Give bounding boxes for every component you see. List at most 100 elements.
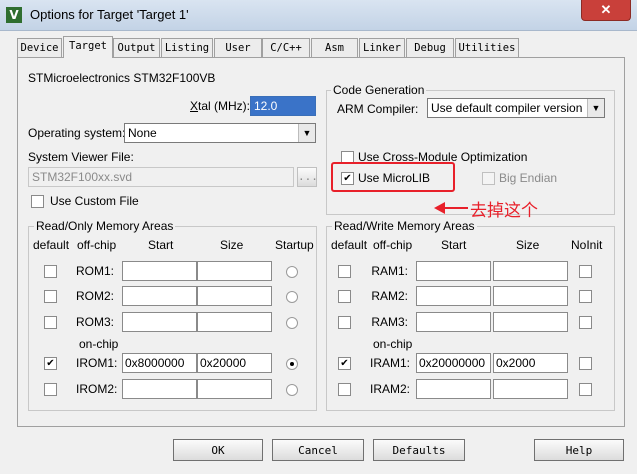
rom-default-checkbox[interactable]: [44, 316, 57, 329]
tab-target[interactable]: Target: [63, 36, 113, 58]
big-endian-checkbox[interactable]: [482, 172, 495, 185]
tab-output[interactable]: Output: [113, 38, 160, 57]
os-label: Operating system:: [28, 126, 126, 140]
tab-debug[interactable]: Debug: [406, 38, 454, 57]
ram-start-input[interactable]: [416, 312, 491, 332]
ram-size-input[interactable]: 0x2000: [493, 353, 568, 373]
arm-compiler-value: Use default compiler version: [431, 101, 583, 115]
startup-radio[interactable]: [286, 266, 298, 278]
ram-onchip-label: on-chip: [373, 337, 413, 351]
defaults-button[interactable]: Defaults: [373, 439, 465, 461]
annotation-highlight-box: [331, 162, 455, 192]
code-generation-title: Code Generation: [331, 83, 427, 97]
startup-radio[interactable]: [286, 291, 298, 303]
tab-linker[interactable]: Linker: [359, 38, 405, 57]
tab-c-cpp[interactable]: C/C++: [262, 38, 310, 57]
ram-start-input[interactable]: [416, 379, 491, 399]
rom-start-input[interactable]: [122, 379, 197, 399]
rom-size-input[interactable]: [197, 286, 272, 306]
rom-row-name: ROM2:: [76, 289, 115, 303]
ram-default-checkbox[interactable]: [338, 290, 351, 303]
arm-compiler-select[interactable]: Use default compiler version ▼: [427, 98, 605, 118]
noinit-checkbox[interactable]: [579, 290, 592, 303]
ram-row-name: RAM1:: [371, 264, 408, 278]
ram-start-input[interactable]: 0x20000000: [416, 353, 491, 373]
noinit-checkbox[interactable]: [579, 383, 592, 396]
rom-start-input[interactable]: [122, 286, 197, 306]
device-name: STMicroelectronics STM32F100VB: [28, 71, 216, 85]
noinit-checkbox[interactable]: [579, 316, 592, 329]
rom-size-input[interactable]: [197, 379, 272, 399]
rom-start-input[interactable]: 0x8000000: [122, 353, 197, 373]
os-select[interactable]: None ▼: [124, 123, 316, 143]
ram-group-title: Read/Write Memory Areas: [332, 219, 477, 233]
rom-start-input[interactable]: [122, 261, 197, 281]
window-title: Options for Target 'Target 1': [30, 7, 189, 22]
tab-utilities[interactable]: Utilities: [455, 38, 519, 57]
ram-row-name: RAM2:: [371, 289, 408, 303]
startup-radio[interactable]: [286, 358, 298, 370]
ram-offchip-header: off-chip: [373, 238, 413, 252]
rom-size-header: Size: [220, 238, 244, 252]
tab-listing[interactable]: Listing: [161, 38, 213, 57]
rom-default-checkbox[interactable]: ✔: [44, 357, 57, 370]
rom-startup-header: Startup: [275, 238, 314, 252]
os-select-value: None: [128, 126, 157, 140]
use-custom-file-checkbox[interactable]: [31, 195, 44, 208]
svd-label: System Viewer File:: [28, 150, 134, 164]
ram-default-checkbox[interactable]: [338, 265, 351, 278]
ram-size-input[interactable]: [493, 379, 568, 399]
ram-start-header: Start: [441, 238, 467, 252]
close-button[interactable]: ✕: [581, 0, 631, 21]
ram-default-checkbox[interactable]: ✔: [338, 357, 351, 370]
tab-user[interactable]: User: [214, 38, 262, 57]
annotation-arrow-icon: [434, 202, 468, 214]
ram-size-header: Size: [516, 238, 540, 252]
help-button[interactable]: Help: [534, 439, 624, 461]
rom-group-title: Read/Only Memory Areas: [34, 219, 176, 233]
noinit-checkbox[interactable]: [579, 357, 592, 370]
xtal-input[interactable]: 12.0: [250, 96, 316, 116]
rom-default-checkbox[interactable]: [44, 290, 57, 303]
ram-default-header: default: [331, 238, 368, 252]
rom-row-name: IROM2:: [76, 382, 118, 396]
ram-size-input[interactable]: [493, 312, 568, 332]
cancel-button[interactable]: Cancel: [272, 439, 364, 461]
ram-size-input[interactable]: [493, 261, 568, 281]
arm-compiler-label: ARM Compiler:: [337, 102, 419, 116]
rom-size-input[interactable]: [197, 261, 272, 281]
tab-device[interactable]: Device: [17, 38, 62, 57]
ram-row-name: IRAM1:: [370, 356, 411, 370]
ram-row-name: IRAM2:: [370, 382, 411, 396]
svd-file-input[interactable]: STM32F100xx.svd: [28, 167, 294, 187]
use-custom-file-label: Use Custom File: [50, 194, 139, 208]
ram-start-input[interactable]: [416, 261, 491, 281]
chevron-down-icon: ▼: [298, 124, 315, 142]
ram-start-input[interactable]: [416, 286, 491, 306]
rom-start-header: Start: [148, 238, 174, 252]
ram-size-input[interactable]: [493, 286, 568, 306]
big-endian-label: Big Endian: [499, 171, 558, 185]
keil-app-icon: V: [6, 7, 22, 23]
tab-asm[interactable]: Asm: [311, 38, 358, 57]
rom-size-input[interactable]: 0x20000: [197, 353, 272, 373]
chevron-down-icon: ▼: [587, 99, 604, 117]
rom-size-input[interactable]: [197, 312, 272, 332]
rom-default-checkbox[interactable]: [44, 383, 57, 396]
rom-default-checkbox[interactable]: [44, 265, 57, 278]
svd-browse-button[interactable]: ...: [297, 167, 318, 187]
startup-radio[interactable]: [286, 384, 298, 396]
rom-row-name: ROM1:: [76, 264, 115, 278]
ram-default-checkbox[interactable]: [338, 316, 351, 329]
annotation-text: 去掉这个: [470, 201, 538, 221]
startup-radio[interactable]: [286, 317, 298, 329]
rom-start-input[interactable]: [122, 312, 197, 332]
ok-button[interactable]: OK: [173, 439, 263, 461]
radio-selected-dot: [290, 362, 294, 366]
ram-default-checkbox[interactable]: [338, 383, 351, 396]
rom-row-name: IROM1:: [76, 356, 118, 370]
noinit-checkbox[interactable]: [579, 265, 592, 278]
rom-onchip-label: on-chip: [79, 337, 119, 351]
rom-default-header: default: [33, 238, 70, 252]
ram-row-name: RAM3:: [371, 315, 408, 329]
